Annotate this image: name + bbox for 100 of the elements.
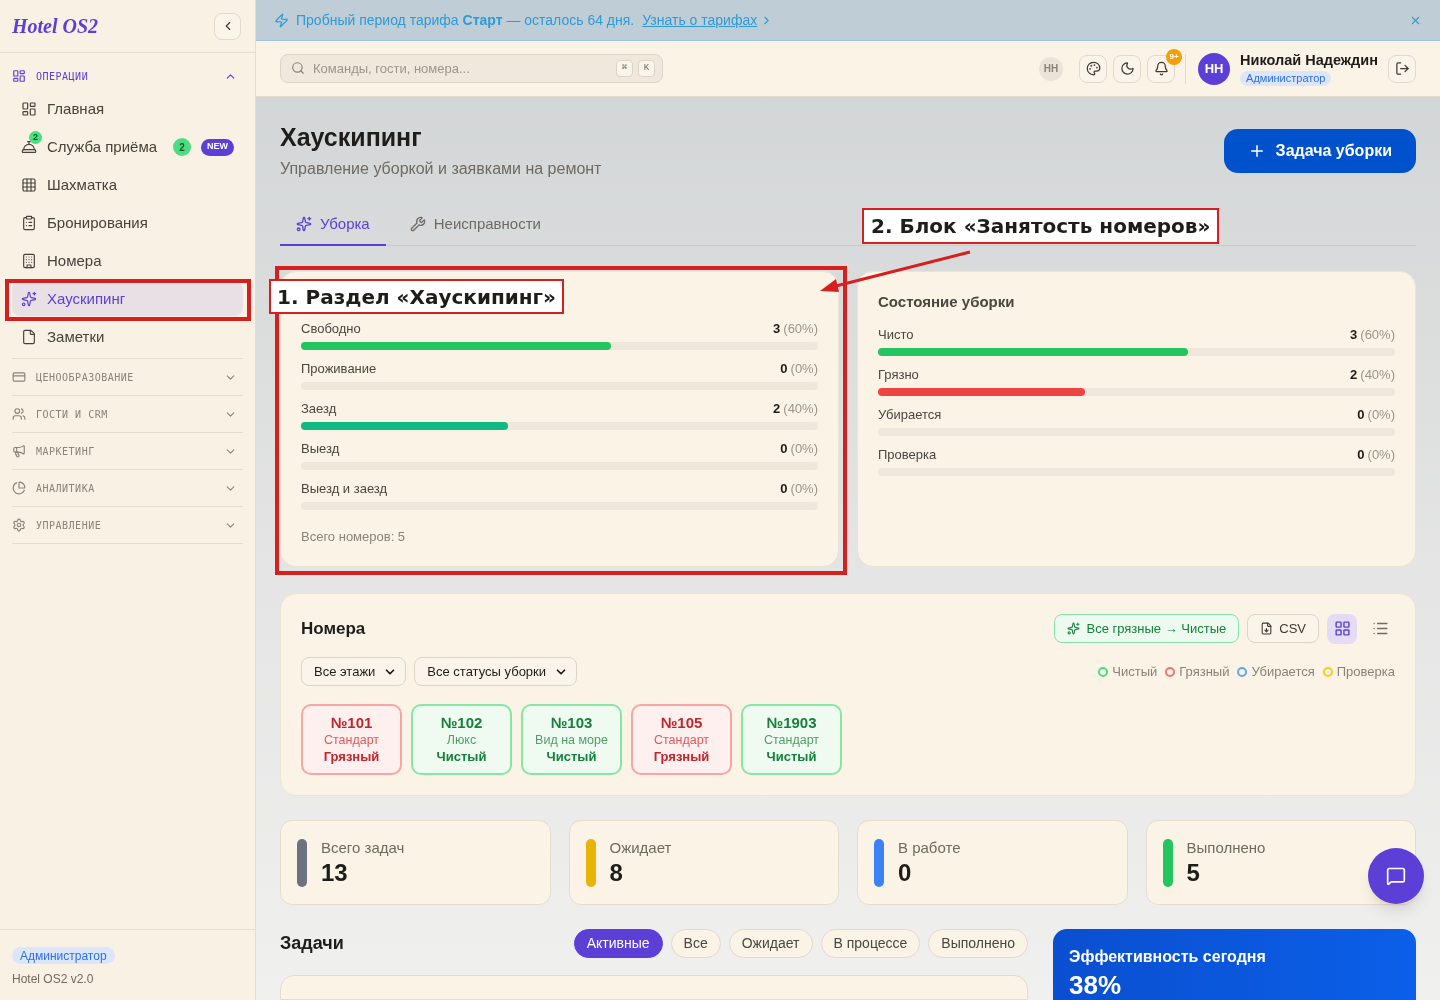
status-label: Выезд и заезд <box>301 479 388 498</box>
new-task-button[interactable]: Задача уборки <box>1223 129 1416 173</box>
shortcut-key: K <box>638 60 655 77</box>
count-value: 0 <box>1357 446 1365 465</box>
section-header[interactable]: ГОСТИ И CRM <box>12 396 243 432</box>
count-value: 3 <box>773 319 781 338</box>
tab[interactable]: Уборка <box>280 204 386 246</box>
settings-icon <box>12 518 26 532</box>
count-value: 0 <box>780 359 788 378</box>
sidebar-item[interactable]: Главная <box>12 92 243 126</box>
percent-value: (0%) <box>790 439 818 458</box>
room-tile[interactable]: №105 Стандарт Грязный <box>631 704 732 775</box>
page-subtitle: Управление уборкой и заявками на ремонт <box>280 159 602 179</box>
section-header[interactable]: ЦЕНООБРАЗОВАНИЕ <box>12 359 243 395</box>
stat-label: Всего задач <box>321 837 405 858</box>
room-number: №102 <box>440 713 483 732</box>
filter-pill[interactable]: Выполнено <box>928 929 1028 958</box>
dashboard-icon <box>21 101 37 117</box>
efficiency-value: 38% <box>1069 971 1123 999</box>
csv-button[interactable]: CSV <box>1247 614 1319 643</box>
room-tile[interactable]: №102 Люкс Чистый <box>411 704 512 775</box>
status-label: Проверка <box>878 446 937 465</box>
room-status: Чистый <box>766 747 817 766</box>
legend-label: Чистый <box>1112 662 1158 681</box>
sparkles-icon <box>296 216 312 232</box>
status-label: Убирается <box>878 406 942 425</box>
count-value: 0 <box>780 439 788 458</box>
bulk-clean-button[interactable]: Все грязные → Чистые <box>1054 614 1240 643</box>
tab[interactable]: Неисправности <box>393 204 557 246</box>
initials-chip: НН <box>1039 56 1064 81</box>
filter-pill[interactable]: Ожидает <box>728 929 813 958</box>
sidebar-item[interactable]: 2 Служба приёма 2 NEW <box>12 130 243 164</box>
icon-count-badge: 2 <box>29 131 42 144</box>
percent-value: (0%) <box>1367 406 1395 425</box>
bell-icon <box>21 139 37 155</box>
dashboard-icon <box>12 69 26 83</box>
sidebar-item[interactable]: Номера <box>12 244 243 278</box>
list-view-icon <box>1371 620 1389 637</box>
room-type: Вид на море <box>535 731 608 748</box>
user-avatar: НН <box>1198 52 1231 85</box>
room-tile[interactable]: №1903 Стандарт Чистый <box>741 704 842 775</box>
filter-select[interactable]: Все этажи <box>301 657 407 686</box>
logout-button[interactable] <box>1388 54 1416 83</box>
legend-label: Проверка <box>1336 662 1395 681</box>
megaphone-icon <box>12 444 26 458</box>
room-tile[interactable]: №101 Стандарт Грязный <box>301 704 402 775</box>
legend-label: Грязный <box>1179 662 1230 681</box>
room-status: Чистый <box>436 747 487 766</box>
pie-chart-icon <box>12 481 26 495</box>
sidebar-item[interactable]: Заметки <box>12 320 243 354</box>
room-type: Люкс <box>446 731 477 748</box>
sidebar-item[interactable]: Шахматка <box>12 168 243 202</box>
building-icon <box>21 253 37 269</box>
dark-mode-button[interactable] <box>1113 54 1142 83</box>
chat-icon <box>1386 866 1406 886</box>
status-label: Грязно <box>878 366 919 385</box>
count-value: 2 <box>1350 366 1358 385</box>
theme-button[interactable] <box>1079 54 1108 83</box>
room-type: Стандарт <box>763 731 820 748</box>
file-download-icon <box>1260 622 1274 635</box>
percent-value: (40%) <box>783 399 818 418</box>
section-header[interactable]: ОПЕРАЦИИ <box>12 63 243 89</box>
sparkles-icon <box>1067 622 1081 635</box>
room-type: Стандарт <box>323 731 380 748</box>
count-value: 0 <box>780 479 788 498</box>
filter-select[interactable]: Все статусы уборки <box>414 657 578 686</box>
user-role-badge: Администратор <box>1240 71 1332 86</box>
count-value: 2 <box>773 399 781 418</box>
room-number: №105 <box>660 713 703 732</box>
filter-pill[interactable]: В процессе <box>820 929 921 958</box>
app-logo: Hotel OS2 <box>12 14 99 39</box>
new-tag: NEW <box>201 138 234 156</box>
percent-value: (60%) <box>1360 326 1395 345</box>
total-rooms-text: Всего номеров: 5 <box>301 527 407 546</box>
filter-pill[interactable]: Активные <box>573 929 663 958</box>
status-label: Заезд <box>301 399 337 418</box>
section-header[interactable]: МАРКЕТИНГ <box>12 433 243 469</box>
shortcut-key: ⌘ <box>616 60 633 77</box>
grid-view-button[interactable] <box>1327 613 1357 644</box>
legend-label: Убирается <box>1251 662 1315 681</box>
sidebar-item[interactable]: Хаускипинг <box>12 282 243 316</box>
room-number: №101 <box>330 713 373 732</box>
grid-icon <box>21 177 37 193</box>
annotation-label: 2. Блок «Занятость номеров» <box>862 208 1220 244</box>
filter-pill[interactable]: Все <box>670 929 721 958</box>
count-badge: 2 <box>173 138 191 156</box>
section-header[interactable]: АНАЛИТИКА <box>12 470 243 506</box>
section-header[interactable]: УПРАВЛЕНИЕ <box>12 507 243 543</box>
count-value: 0 <box>1357 406 1365 425</box>
room-number: №103 <box>550 713 593 732</box>
room-tile[interactable]: №103 Вид на море Чистый <box>521 704 622 775</box>
stat-label: В работе <box>898 837 961 858</box>
sidebar-item[interactable]: Бронирования <box>12 206 243 240</box>
room-number: №1903 <box>766 713 817 732</box>
user-name: Николай Надеждин <box>1240 51 1378 69</box>
version-text: Hotel OS2 v2.0 <box>12 971 94 988</box>
file-icon <box>21 329 37 345</box>
stat-value: 8 <box>609 857 624 888</box>
bell-icon <box>1153 61 1169 76</box>
section-title: Задачи <box>280 932 344 955</box>
